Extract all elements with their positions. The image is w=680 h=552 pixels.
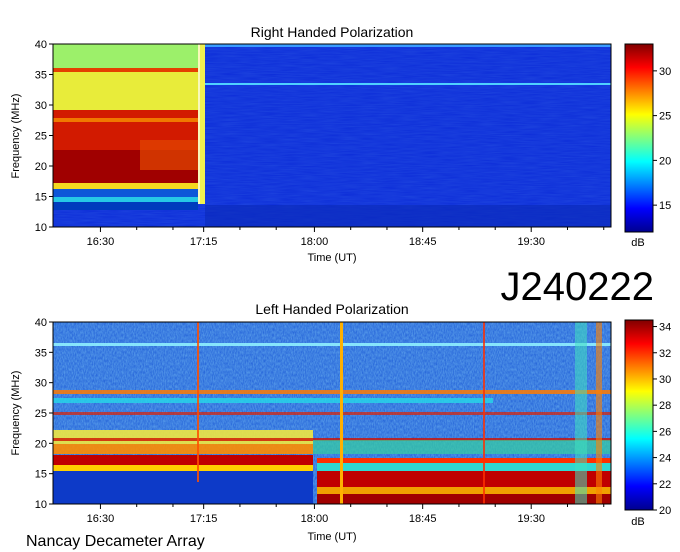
left-x-axis-label: Time (UT): [307, 531, 356, 543]
spectrogram-burst: [140, 140, 198, 170]
y-tick-label: 15: [35, 469, 47, 481]
left-spectrogram: [53, 322, 611, 504]
spectrogram-burst: [317, 458, 611, 463]
spectrogram-burst: [53, 118, 198, 122]
left-x-ticks: 16:30 17:15 18:00 18:45 19:30: [87, 504, 605, 525]
right-polarization-panel: Right Handed Polarization 10152025303540…: [10, 24, 671, 264]
x-tick-label: 17:15: [190, 236, 218, 248]
y-tick-label: 40: [35, 39, 47, 51]
colorbar-tick-label: 28: [659, 400, 671, 412]
spectrogram-burst: [53, 183, 198, 189]
right-spectrogram: [53, 44, 611, 227]
left-polarization-panel: Left Handed Polarization 10152025303540 …: [10, 301, 671, 543]
x-tick-label: 19:30: [517, 513, 545, 525]
spectrogram-burst: [53, 197, 198, 202]
left-colorbar-ticks: 20 22 24 26 28 30 32 34: [653, 322, 671, 517]
spectrogram-burst: [53, 189, 198, 197]
right-panel-title: Right Handed Polarization: [251, 24, 414, 40]
spectrogram-burst: [198, 44, 200, 204]
spectrogram-band: [596, 322, 602, 504]
colorbar-tick-label: 30: [659, 66, 671, 78]
colorbar-tick-label: 22: [659, 479, 671, 491]
spectrogram-band: [575, 322, 587, 504]
y-tick-label: 10: [35, 499, 47, 511]
left-colorbar-label: dB: [631, 516, 644, 528]
left-y-ticks: 10 15 20 25 30 35 40: [35, 317, 53, 511]
footer-label: Nancay Decameter Array: [26, 533, 205, 550]
observation-id: J240222: [501, 265, 654, 309]
spectrogram-band: [313, 440, 611, 454]
colorbar-tick-label: 32: [659, 348, 671, 360]
spectrogram-band: [53, 390, 611, 394]
colorbar-tick-label: 30: [659, 374, 671, 386]
colorbar-tick-label: 20: [659, 155, 671, 167]
colorbar-tick-label: 15: [659, 200, 671, 212]
spectrogram-burst: [317, 494, 611, 504]
right-x-ticks: 16:30 17:15 18:00 18:45 19:30: [87, 227, 605, 248]
spectrogram-band: [197, 322, 199, 482]
right-colorbar-ticks: 15 20 25 30: [653, 66, 671, 212]
colorbar-tick-label: 24: [659, 453, 671, 465]
spectrogram-burst: [53, 465, 313, 471]
spectrogram-band: [340, 322, 343, 504]
colorbar-tick-label: 26: [659, 426, 671, 438]
y-tick-label: 30: [35, 100, 47, 112]
spectrogram-burst: [317, 471, 611, 487]
y-tick-label: 25: [35, 131, 47, 143]
spectrogram-burst: [317, 463, 611, 471]
left-panel-title: Left Handed Polarization: [255, 301, 408, 317]
colorbar-tick-label: 20: [659, 505, 671, 517]
colorbar-tick-label: 25: [659, 111, 671, 123]
y-tick-label: 20: [35, 161, 47, 173]
spectrogram-band: [53, 444, 313, 454]
x-tick-label: 16:30: [87, 513, 115, 525]
y-tick-label: 35: [35, 70, 47, 82]
spectrogram-band: [53, 412, 611, 415]
y-tick-label: 25: [35, 408, 47, 420]
spectrogram-burst: [53, 44, 198, 68]
figure: Right Handed Polarization 10152025303540…: [10, 24, 671, 550]
spectrogram-band: [53, 398, 493, 403]
colorbar-tick-label: 34: [659, 322, 671, 334]
x-tick-label: 18:45: [409, 513, 437, 525]
x-tick-label: 18:45: [409, 236, 437, 248]
spectrogram-band: [53, 343, 611, 346]
x-tick-label: 18:00: [301, 236, 329, 248]
spectrogram-band: [205, 205, 611, 227]
right-colorbar-label: dB: [631, 237, 644, 249]
y-tick-label: 35: [35, 347, 47, 359]
spectrogram-burst: [53, 455, 313, 465]
y-tick-label: 10: [35, 222, 47, 234]
spectrogram-burst: [53, 471, 313, 504]
x-tick-label: 18:00: [301, 513, 329, 525]
right-x-axis-label: Time (UT): [307, 252, 356, 264]
right-y-axis-label: Frequency (MHz): [10, 94, 22, 179]
y-tick-label: 40: [35, 317, 47, 329]
right-colorbar: [624, 43, 654, 233]
x-tick-label: 16:30: [87, 236, 115, 248]
left-colorbar: [624, 319, 654, 511]
right-y-ticks: 10 15 20 25 30 35 40: [35, 39, 53, 234]
x-tick-label: 17:15: [190, 513, 218, 525]
y-tick-label: 30: [35, 378, 47, 390]
y-tick-label: 15: [35, 192, 47, 204]
spectrogram-burst: [53, 202, 198, 210]
spectrogram-band: [483, 322, 485, 504]
spectrogram-band: [53, 430, 313, 444]
spectrogram-burst: [53, 72, 198, 110]
spectrogram-burst: [317, 487, 611, 494]
spectrogram-burst: [53, 68, 198, 72]
spectrogram-band: [205, 83, 611, 85]
left-y-axis-label: Frequency (MHz): [10, 371, 22, 456]
x-tick-label: 19:30: [517, 236, 545, 248]
y-tick-label: 20: [35, 438, 47, 450]
